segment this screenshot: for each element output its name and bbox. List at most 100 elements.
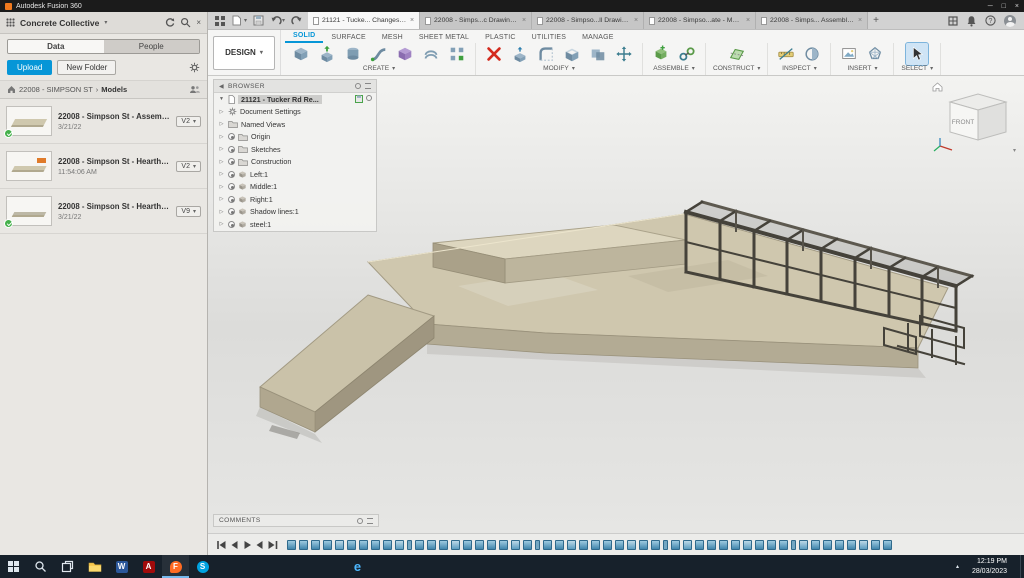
timeline-feature-icon[interactable] bbox=[799, 540, 808, 550]
browser-item[interactable]: ▷Middle:1 bbox=[214, 181, 376, 194]
tab-manage[interactable]: MANAGE bbox=[574, 34, 622, 43]
viewcube-menu-icon[interactable]: ▾ bbox=[1013, 147, 1016, 154]
team-name[interactable]: Concrete Collective bbox=[20, 18, 99, 28]
timeline-feature-icon[interactable] bbox=[311, 540, 320, 550]
timeline-feature-icon[interactable] bbox=[555, 540, 564, 550]
fusion-360-taskbar-icon[interactable]: F bbox=[162, 555, 189, 578]
insert-mesh-tool-icon[interactable] bbox=[864, 43, 886, 65]
browser-item[interactable]: ▷Origin bbox=[214, 131, 376, 144]
timeline-feature-icon[interactable] bbox=[323, 540, 332, 550]
list-item[interactable]: 22008 - Simpson St - Assembly 3/21/22 V2… bbox=[0, 99, 207, 144]
expand-arrow-icon[interactable]: ▷ bbox=[218, 209, 225, 215]
timeline-feature-icon[interactable] bbox=[683, 540, 692, 550]
delete-tool-icon[interactable] bbox=[483, 43, 505, 65]
browser-item[interactable]: ▷Construction bbox=[214, 156, 376, 169]
visibility-eye-icon[interactable] bbox=[228, 158, 235, 165]
save-icon[interactable] bbox=[355, 95, 363, 103]
browser-item[interactable]: ▷Named Views bbox=[214, 118, 376, 131]
timeline-feature-icon[interactable] bbox=[475, 540, 484, 550]
home-icon[interactable] bbox=[7, 85, 16, 94]
timeline-feature-icon[interactable] bbox=[395, 540, 404, 550]
visibility-eye-icon[interactable] bbox=[228, 208, 235, 215]
timeline-feature-icon[interactable] bbox=[811, 540, 820, 550]
timeline-feature-icon[interactable] bbox=[579, 540, 588, 550]
show-desktop-button[interactable] bbox=[1020, 555, 1024, 578]
browser-item[interactable]: ▷Document Settings bbox=[214, 106, 376, 119]
gear-icon[interactable] bbox=[189, 62, 200, 73]
expand-arrow-icon[interactable]: ▷ bbox=[218, 109, 225, 115]
timeline-feature-icon[interactable] bbox=[499, 540, 508, 550]
tab-utilities[interactable]: UTILITIES bbox=[524, 34, 574, 43]
assemble-menu-button[interactable]: ASSEMBLE▾ bbox=[653, 65, 695, 75]
browser-item[interactable]: ▷Sketches bbox=[214, 143, 376, 156]
timeline-feature-icon[interactable] bbox=[767, 540, 776, 550]
visibility-eye-icon[interactable] bbox=[228, 171, 235, 178]
panel-dock-icon[interactable] bbox=[365, 83, 371, 89]
box-tool-icon[interactable] bbox=[290, 43, 312, 65]
timeline-feature-icon[interactable] bbox=[603, 540, 612, 550]
comments-panel[interactable]: COMMENTS bbox=[213, 514, 379, 527]
timeline-feature-icon[interactable] bbox=[639, 540, 648, 550]
acrobat-icon[interactable]: A bbox=[135, 555, 162, 578]
version-badge[interactable]: V9▾ bbox=[176, 206, 201, 217]
expand-arrow-icon[interactable]: ▷ bbox=[218, 171, 225, 177]
upload-button[interactable]: Upload bbox=[7, 60, 52, 75]
data-panel-toggle-icon[interactable] bbox=[212, 13, 227, 28]
timeline-feature-icon[interactable] bbox=[427, 540, 436, 550]
timeline-feature-icon[interactable] bbox=[695, 540, 704, 550]
modify-menu-button[interactable]: MODIFY▾ bbox=[543, 65, 575, 75]
browser-root-item[interactable]: ▼ 21121 - Tucker Rd Re... bbox=[214, 93, 376, 106]
create-menu-button[interactable]: CREATE▾ bbox=[363, 65, 395, 75]
tab-surface[interactable]: SURFACE bbox=[323, 34, 373, 43]
timeline-go-to-end-button[interactable] bbox=[266, 538, 279, 551]
workspace-selector[interactable]: DESIGN▾ bbox=[213, 36, 275, 70]
tray-chevron-icon[interactable]: ▴ bbox=[956, 563, 959, 570]
close-panel-icon[interactable]: × bbox=[196, 18, 201, 27]
user-avatar[interactable] bbox=[1004, 15, 1016, 27]
joint-tool-icon[interactable] bbox=[676, 43, 698, 65]
document-tab[interactable]: 22008 - Simpso...ll Drawing v3*× bbox=[532, 12, 644, 29]
save-icon[interactable] bbox=[251, 13, 266, 28]
timeline-feature-icon[interactable] bbox=[299, 540, 308, 550]
display-settings-icon[interactable] bbox=[355, 83, 361, 89]
timeline-feature-icon[interactable] bbox=[359, 540, 368, 550]
timeline-step-back-button[interactable] bbox=[227, 538, 240, 551]
skype-icon[interactable]: S bbox=[189, 555, 216, 578]
viewport-canvas[interactable]: ◀ BROWSER ▼ 21121 - Tucker Rd Re... bbox=[208, 76, 1024, 533]
browser-item[interactable]: ▷Right:1 bbox=[214, 193, 376, 206]
timeline-feature-icon[interactable] bbox=[463, 540, 472, 550]
timeline-feature-icon[interactable] bbox=[543, 540, 552, 550]
close-tab-icon[interactable]: × bbox=[746, 17, 750, 24]
maximize-button[interactable]: □ bbox=[1002, 3, 1006, 10]
timeline-feature-icon[interactable] bbox=[871, 540, 880, 550]
timeline-feature-icon[interactable] bbox=[835, 540, 844, 550]
close-tab-icon[interactable]: × bbox=[634, 17, 638, 24]
inspect-menu-button[interactable]: INSPECT▾ bbox=[782, 65, 817, 75]
timeline-feature-icon[interactable] bbox=[883, 540, 892, 550]
timeline-feature-icon[interactable] bbox=[451, 540, 460, 550]
new-folder-button[interactable]: New Folder bbox=[57, 60, 116, 75]
timeline-feature-icon[interactable] bbox=[791, 540, 796, 550]
construct-menu-button[interactable]: CONSTRUCT▾ bbox=[713, 65, 760, 75]
timeline-feature-icon[interactable] bbox=[615, 540, 624, 550]
document-tab[interactable]: 22008 - Simpso...ate - Model v8× bbox=[644, 12, 756, 29]
app-grid-icon[interactable] bbox=[6, 18, 15, 27]
visibility-eye-icon[interactable] bbox=[228, 146, 235, 153]
breadcrumb-section[interactable]: Models bbox=[101, 85, 127, 94]
form-tool-icon[interactable] bbox=[394, 43, 416, 65]
close-tab-icon[interactable]: × bbox=[522, 17, 526, 24]
combine-tool-icon[interactable] bbox=[587, 43, 609, 65]
insert-menu-button[interactable]: INSERT▾ bbox=[847, 65, 877, 75]
minimize-button[interactable]: ─ bbox=[988, 3, 993, 10]
timeline-feature-icon[interactable] bbox=[859, 540, 868, 550]
shell-tool-icon[interactable] bbox=[561, 43, 583, 65]
timeline-feature-icon[interactable] bbox=[847, 540, 856, 550]
timeline-feature-icon[interactable] bbox=[439, 540, 448, 550]
timeline-feature-icon[interactable] bbox=[755, 540, 764, 550]
close-tab-icon[interactable]: × bbox=[858, 17, 862, 24]
panel-dock-icon[interactable] bbox=[367, 518, 373, 524]
expand-arrow-icon[interactable]: ▷ bbox=[218, 184, 225, 190]
expand-arrow-icon[interactable]: ▷ bbox=[218, 146, 225, 152]
browser-item[interactable]: ▷steel:1 bbox=[214, 218, 376, 231]
timeline-feature-icon[interactable] bbox=[671, 540, 680, 550]
